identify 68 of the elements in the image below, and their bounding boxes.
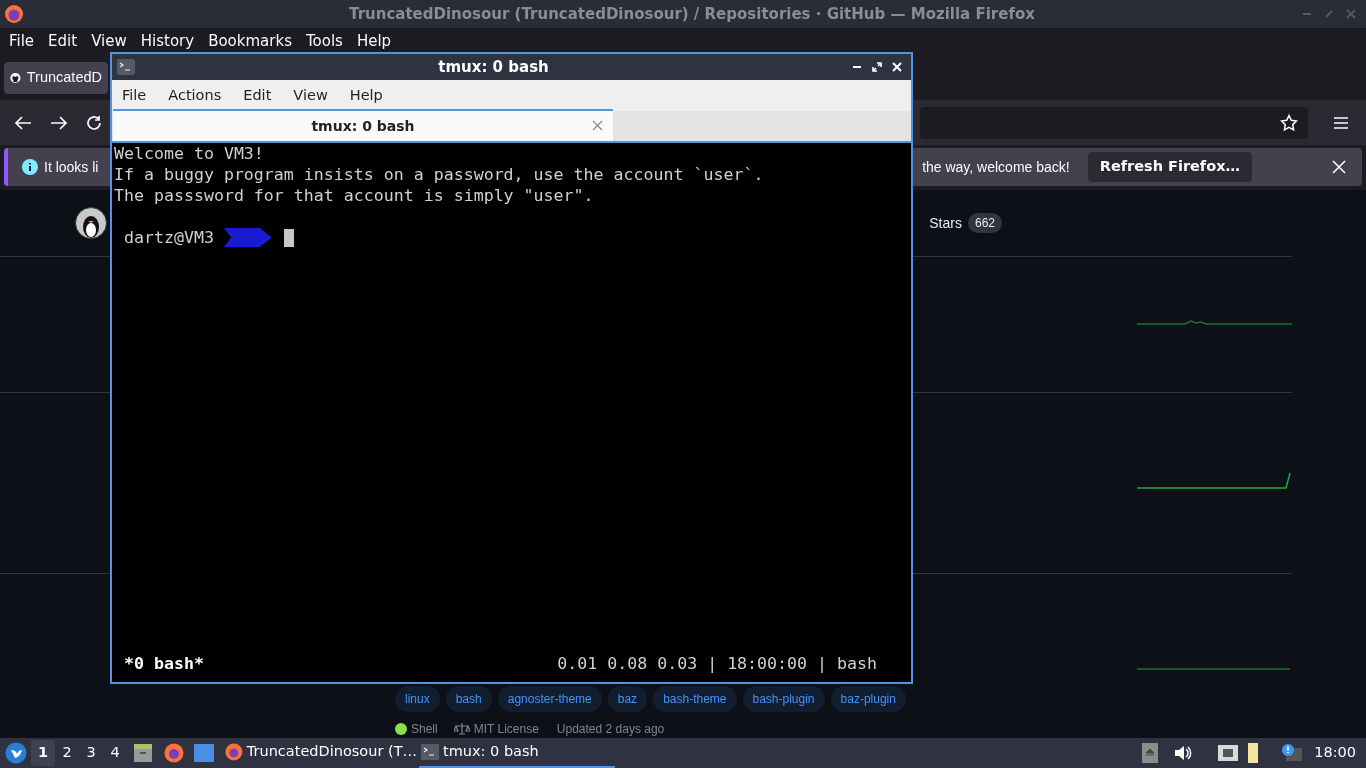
info-icon: [22, 159, 38, 175]
firefox-icon[interactable]: [164, 743, 184, 763]
bookmark-star-icon[interactable]: [1280, 113, 1298, 132]
topic-tag[interactable]: bash-theme: [653, 686, 737, 712]
window-title: tmux: 0 bash: [438, 56, 549, 78]
cursor: [283, 228, 294, 247]
menu-item[interactable]: History: [133, 30, 202, 53]
scale-icon: [453, 723, 470, 735]
menu-item[interactable]: File: [114, 84, 155, 107]
terminal-line: If a buggy program insists on a password, use the account `user`.: [114, 164, 765, 185]
workspace-button[interactable]: 3: [79, 740, 103, 766]
prompt-path-segment: ~: [223, 228, 272, 247]
topic-tag[interactable]: bash-plugin: [742, 686, 825, 712]
file-cabinet-icon[interactable]: [133, 743, 153, 763]
notification-icon[interactable]: [1282, 744, 1303, 762]
window-title: TruncatedDinosour (TruncatedDinosour) / Repositories · GitHub — Mozilla Firefox: [349, 3, 1035, 25]
back-icon[interactable]: [14, 114, 32, 131]
taskbar-task[interactable]: tmux: 0 bash: [419, 738, 615, 768]
prompt-user-host: dartz@VM3: [124, 227, 214, 248]
workspace-button[interactable]: 1: [31, 740, 55, 766]
tab-title: TruncatedD: [26, 67, 102, 87]
terminal-line: The passsword for that account is simply "user".: [114, 185, 595, 206]
menu-item[interactable]: Edit: [41, 30, 85, 53]
tmux-status-info: 0.01 0.08 0.03 | 18:00:00 | bash: [557, 653, 878, 674]
taskbar-task[interactable]: TruncatedDinosour (T…: [223, 738, 419, 768]
terminal-icon: [117, 59, 135, 75]
terminal-tab[interactable]: tmux: 0 bash: [113, 109, 613, 141]
firefox-icon: [225, 742, 243, 762]
language-label: Shell: [411, 721, 438, 738]
menu-item[interactable]: Help: [341, 84, 391, 107]
tab-title: tmux: 0 bash: [311, 116, 415, 136]
refresh-firefox-button[interactable]: Refresh Firefox…: [1087, 152, 1252, 182]
menu-item[interactable]: Actions: [160, 84, 230, 107]
notification-text: It looks li: [44, 157, 99, 177]
avatar[interactable]: [75, 207, 107, 240]
notification-text: the way, welcome back!: [922, 157, 1070, 177]
network-icon[interactable]: [1218, 745, 1239, 761]
eject-icon[interactable]: [1142, 743, 1159, 763]
terminal-icon: [421, 744, 439, 760]
topic-tag[interactable]: linux: [395, 686, 440, 712]
firefox-logo-icon: [4, 4, 24, 24]
menu-item[interactable]: Edit: [235, 84, 280, 107]
menu-item[interactable]: View: [84, 30, 134, 53]
license-label: MIT License: [473, 721, 539, 738]
topic-tag[interactable]: agnoster-theme: [497, 686, 602, 712]
reload-icon[interactable]: [86, 114, 102, 131]
terminal-line: Welcome to VM3!: [114, 143, 265, 164]
start-menu-icon[interactable]: [5, 742, 27, 764]
updated-label: Updated 2 days ago: [556, 721, 665, 738]
volume-icon[interactable]: [1174, 745, 1193, 761]
clock: 18:00: [1314, 743, 1356, 763]
menu-item[interactable]: File: [2, 30, 42, 53]
menu-icon[interactable]: [1334, 116, 1348, 129]
browser-tab[interactable]: TruncatedD: [4, 61, 108, 94]
topic-tag[interactable]: baz-plugin: [830, 686, 906, 712]
menu-item[interactable]: Bookmarks: [201, 30, 299, 53]
document-icon[interactable]: [1248, 743, 1259, 763]
menu-item[interactable]: Help: [349, 30, 399, 53]
topic-tag[interactable]: baz: [607, 686, 648, 712]
tmux-window-status: *0 bash*: [124, 653, 204, 674]
topic-tag[interactable]: bash: [445, 686, 492, 712]
workspace-button[interactable]: 2: [55, 740, 79, 766]
workspace-button[interactable]: 4: [103, 740, 127, 766]
menu-item[interactable]: View: [285, 84, 336, 107]
forward-icon[interactable]: [50, 114, 68, 131]
stars-count: 662: [967, 213, 1002, 234]
menu-item[interactable]: Tools: [298, 30, 350, 53]
stars-label[interactable]: Stars: [929, 212, 962, 234]
